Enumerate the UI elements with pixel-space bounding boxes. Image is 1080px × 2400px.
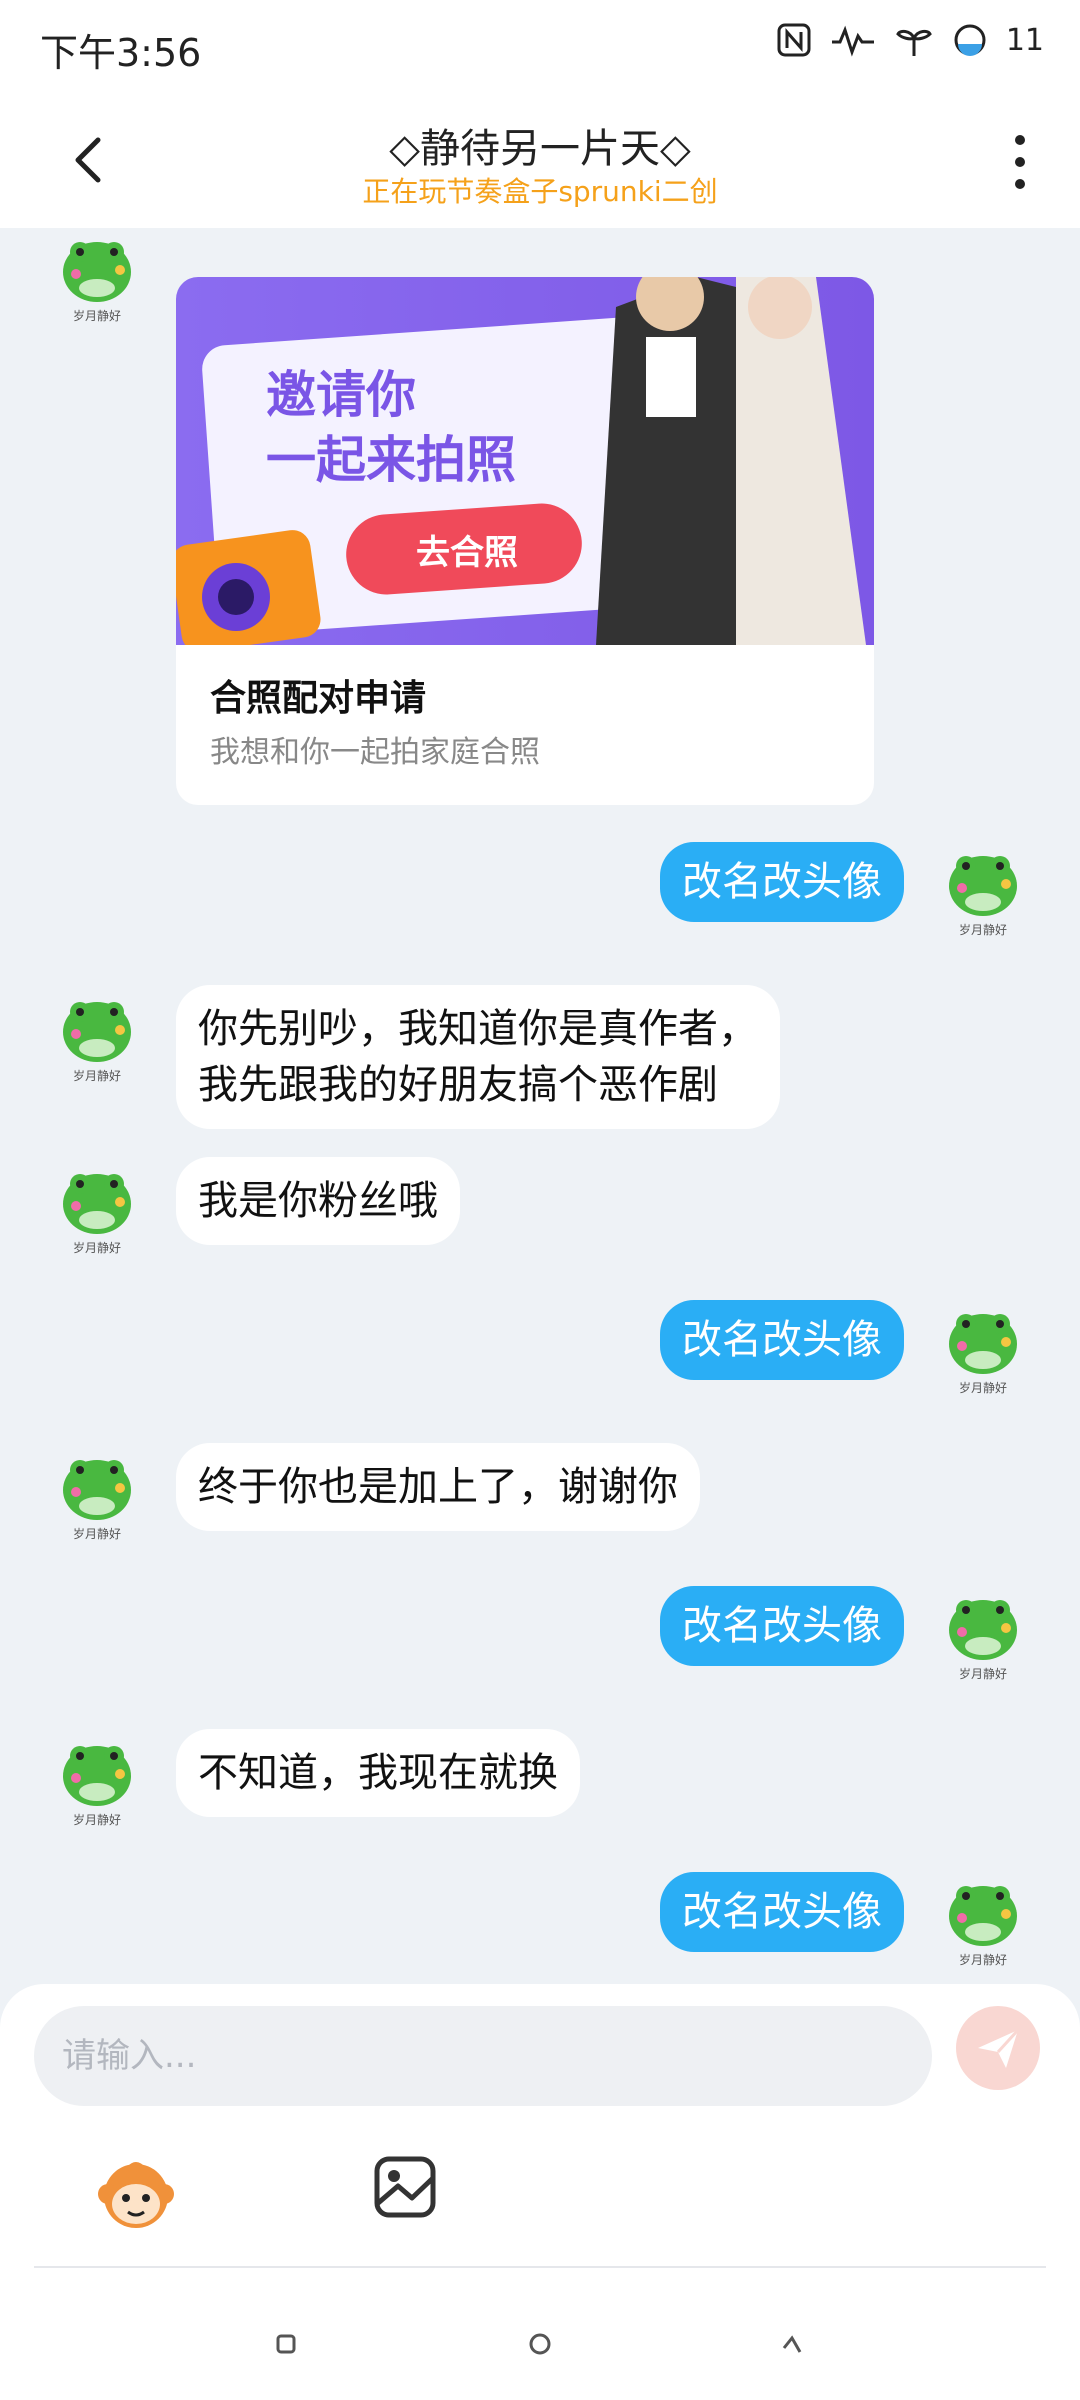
message-bubble-received[interactable]: 我是你粉丝哦: [176, 1157, 460, 1245]
activity-icon: [831, 25, 874, 57]
contact-avatar[interactable]: 岁月静好: [58, 1160, 136, 1256]
frog-avatar-icon: [949, 1314, 1017, 1374]
contact-avatar[interactable]: 岁月静好: [58, 1732, 136, 1828]
message-bubble-sent[interactable]: 改名改头像: [660, 1586, 904, 1666]
composer-panel: [0, 1984, 1080, 2400]
divider: [34, 2266, 1046, 2268]
my-avatar[interactable]: 岁月静好: [944, 1300, 1022, 1396]
send-button[interactable]: [956, 2006, 1040, 2090]
battery-level: 11: [1005, 22, 1044, 58]
message-input-wrapper[interactable]: [34, 2006, 932, 2106]
status-bar: 下午3:56 11: [0, 0, 1080, 100]
frog-avatar-icon: [63, 1746, 131, 1806]
avatar-caption: 岁月静好: [72, 1069, 121, 1083]
chat-header: ◇静待另一片天◇ 正在玩节奏盒子sprunki二创: [0, 100, 1080, 228]
send-icon: [978, 2028, 1020, 2068]
avatar-caption: 岁月静好: [958, 1667, 1007, 1681]
banner-button[interactable]: 去合照: [416, 533, 518, 573]
avatar-caption: 岁月静好: [958, 1953, 1007, 1967]
message-bubble-sent[interactable]: 改名改头像: [660, 842, 904, 922]
nfc-icon: [777, 23, 811, 57]
card-subtitle: 我想和你一起拍家庭合照: [210, 735, 540, 770]
monkey-sticker-icon[interactable]: [96, 2154, 176, 2234]
frog-avatar-icon: [63, 1460, 131, 1520]
banner-illustration: 邀请你 一起来拍照 去合照: [176, 277, 866, 652]
banner-line-1: 邀请你: [266, 366, 416, 424]
chat-subtitle[interactable]: 正在玩节奏盒子sprunki二创: [0, 170, 1080, 210]
battery-ring-icon: [954, 24, 986, 56]
frog-avatar-icon: [949, 856, 1017, 916]
message-input[interactable]: [34, 2006, 932, 2106]
chat-area[interactable]: 岁月静好 邀请你 一起来拍照 去合照 合照配对申请 我想和你一起拍家庭合照 改名…: [0, 228, 1080, 1980]
message-bubble-received[interactable]: 不知道，我现在就换: [176, 1729, 580, 1817]
avatar-caption: 岁月静好: [958, 1381, 1007, 1395]
message-bubble-sent[interactable]: 改名改头像: [660, 1872, 904, 1952]
message-bubble-sent[interactable]: 改名改头像: [660, 1300, 904, 1380]
sprout-icon: [895, 29, 932, 56]
frog-avatar-icon: [63, 242, 131, 302]
card-banner: 邀请你 一起来拍照 去合照: [176, 277, 874, 652]
banner-line-2: 一起来拍照: [266, 431, 516, 489]
my-avatar[interactable]: 岁月静好: [944, 1586, 1022, 1682]
image-icon[interactable]: [372, 2154, 438, 2220]
avatar-caption: 岁月静好: [72, 1527, 121, 1541]
my-avatar[interactable]: 岁月静好: [944, 842, 1022, 938]
message-bubble-received[interactable]: 你先别吵，我知道你是真作者， 我先跟我的好朋友搞个恶作剧: [176, 985, 780, 1129]
contact-avatar[interactable]: 岁月静好: [58, 1446, 136, 1542]
frog-avatar-icon: [63, 1174, 131, 1234]
back-nav-icon[interactable]: [762, 2314, 822, 2374]
chat-title: ◇静待另一片天◇: [389, 126, 691, 172]
photo-invite-card[interactable]: 邀请你 一起来拍照 去合照 合照配对申请 我想和你一起拍家庭合照: [176, 277, 874, 805]
contact-avatar[interactable]: 岁月静好: [58, 228, 136, 324]
my-avatar[interactable]: 岁月静好: [944, 1872, 1022, 1968]
home-icon[interactable]: [510, 2314, 570, 2374]
frog-avatar-icon: [63, 1002, 131, 1062]
avatar-caption: 岁月静好: [72, 1241, 121, 1255]
frog-avatar-icon: [949, 1600, 1017, 1660]
more-options-icon[interactable]: [1000, 130, 1040, 194]
status-icons: 11: [776, 22, 1044, 58]
message-bubble-received[interactable]: 终于你也是加上了，谢谢你: [176, 1443, 700, 1531]
recent-apps-icon[interactable]: [256, 2314, 316, 2374]
avatar-caption: 岁月静好: [958, 923, 1007, 937]
contact-avatar[interactable]: 岁月静好: [58, 988, 136, 1084]
status-time: 下午3:56: [40, 31, 202, 75]
card-title: 合照配对申请: [210, 678, 427, 719]
avatar-caption: 岁月静好: [72, 309, 121, 323]
frog-avatar-icon: [949, 1886, 1017, 1946]
avatar-caption: 岁月静好: [72, 1813, 121, 1827]
